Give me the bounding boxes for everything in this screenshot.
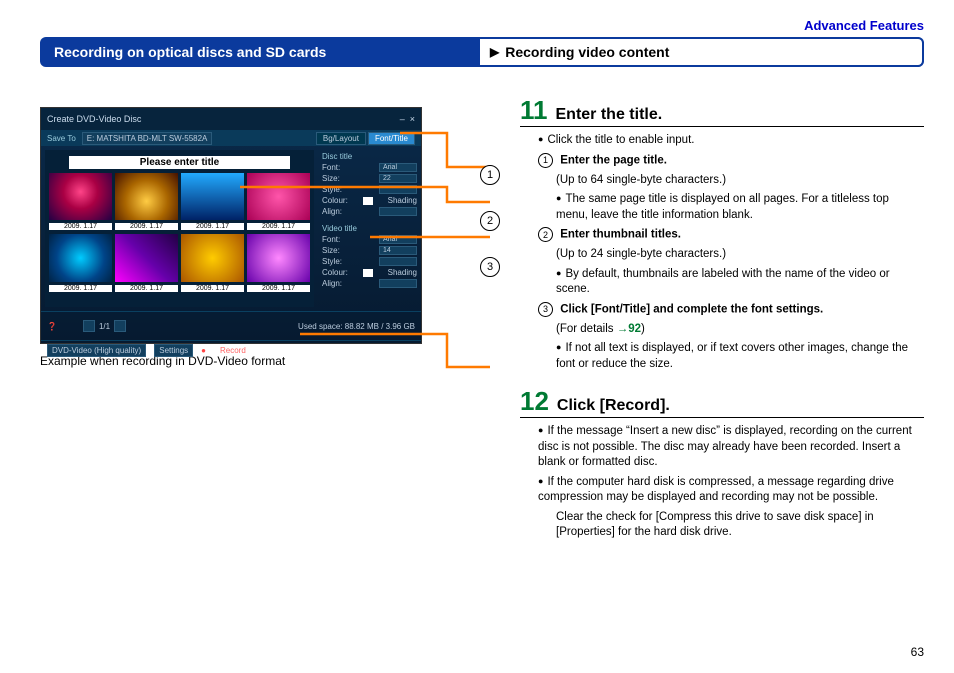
style-select[interactable]	[379, 185, 417, 194]
record-button[interactable]: Record	[220, 346, 246, 355]
callout-2: 2	[480, 211, 500, 231]
callout-1: 1	[480, 165, 500, 185]
size-select-2[interactable]: 14	[379, 246, 417, 255]
app-screenshot: Create DVD-Video Disc – × Save To E: MAT…	[40, 107, 422, 344]
thumbnail[interactable]: 2009. 1.17	[49, 234, 112, 281]
record-icon: ●	[201, 346, 206, 355]
colour-swatch[interactable]	[363, 197, 373, 205]
step-line: Clear the check for [Compress this drive…	[520, 510, 924, 541]
window-title: Create DVD-Video Disc	[47, 114, 141, 124]
bluebar-right: ▶ Recording video content	[480, 37, 924, 67]
style-select-2[interactable]	[379, 257, 417, 266]
size-select[interactable]: 22	[379, 174, 417, 183]
pager-text: 1/1	[99, 322, 110, 331]
thumbnail[interactable]: 2009. 1.17	[247, 234, 310, 281]
window-controls: – ×	[400, 114, 415, 124]
title-bar: Recording on optical discs and SD cards …	[40, 37, 924, 67]
thumbnail[interactable]: 2009. 1.17	[115, 234, 178, 281]
thumbnail[interactable]: 2009. 1.17	[115, 173, 178, 220]
step-line: (For details →92)	[520, 322, 924, 338]
step-line: The same page title is displayed on all …	[520, 192, 924, 223]
used-space: Used space: 88.82 MB / 3.96 GB	[298, 322, 415, 331]
settings-button[interactable]: Settings	[154, 344, 193, 357]
thumbnail[interactable]: 2009. 1.17	[49, 173, 112, 220]
align-select[interactable]	[379, 207, 417, 216]
step-line: 2 Enter thumbnail titles.	[520, 227, 924, 243]
step-line: Click the title to enable input.	[520, 133, 924, 149]
page-link-92[interactable]: →92	[617, 323, 641, 335]
thumbnail[interactable]: 2009. 1.17	[247, 173, 310, 220]
step-line: (Up to 64 single-byte characters.)	[520, 173, 924, 189]
font-select-2[interactable]: Arial	[379, 235, 417, 244]
bluebar-left: Recording on optical discs and SD cards	[40, 44, 480, 60]
chevron-right-icon: ▶	[490, 45, 499, 59]
step-title: Click [Record].	[557, 397, 670, 415]
tab-font-title[interactable]: Font/Title	[368, 132, 415, 145]
step-line: 3 Click [Font/Title] and complete the fo…	[520, 302, 924, 318]
font-select[interactable]: Arial	[379, 163, 417, 172]
align-select-2[interactable]	[379, 279, 417, 288]
drive-select[interactable]: E: MATSHITA BD-MLT SW-5582A	[82, 132, 213, 145]
step-line: If the computer hard disk is compressed,…	[520, 475, 924, 506]
section-header: Advanced Features	[40, 18, 924, 33]
step-line: 1 Enter the page title.	[520, 153, 924, 169]
step-number: 12	[520, 388, 549, 414]
bluebar-right-text: Recording video content	[505, 44, 669, 60]
step-line: If the message “Insert a new disc” is di…	[520, 424, 924, 471]
save-to-label: Save To	[47, 134, 76, 143]
colour-swatch-2[interactable]	[363, 269, 373, 277]
step-line: (Up to 24 single-byte characters.)	[520, 247, 924, 263]
page-title-input[interactable]: Please enter title	[69, 156, 290, 169]
format-select[interactable]: DVD-Video (High quality)	[47, 344, 146, 357]
thumbnail[interactable]: 2009. 1.17	[181, 173, 244, 220]
callout-3: 3	[480, 257, 500, 277]
step-number: 11	[520, 97, 548, 123]
help-icon[interactable]: ❓	[47, 322, 57, 331]
page-number: 63	[911, 645, 924, 659]
step-11: 11 Enter the title. Click the title to e…	[520, 97, 924, 372]
step-line: By default, thumbnails are labeled with …	[520, 267, 924, 298]
tab-layout[interactable]: Bg/Layout	[316, 132, 366, 145]
thumbnail-grid: 2009. 1.17 2009. 1.17 2009. 1.17 2009. 1…	[49, 173, 310, 282]
step-line: If not all text is displayed, or if text…	[520, 341, 924, 372]
thumbnail[interactable]: 2009. 1.17	[181, 234, 244, 281]
step-12: 12 Click [Record]. If the message “Inser…	[520, 388, 924, 541]
prev-page-button[interactable]	[83, 320, 95, 332]
next-page-button[interactable]	[114, 320, 126, 332]
side-panel: Disc title Font:Arial Size:22 Style: Col…	[318, 146, 421, 311]
step-title: Enter the title.	[556, 106, 663, 124]
